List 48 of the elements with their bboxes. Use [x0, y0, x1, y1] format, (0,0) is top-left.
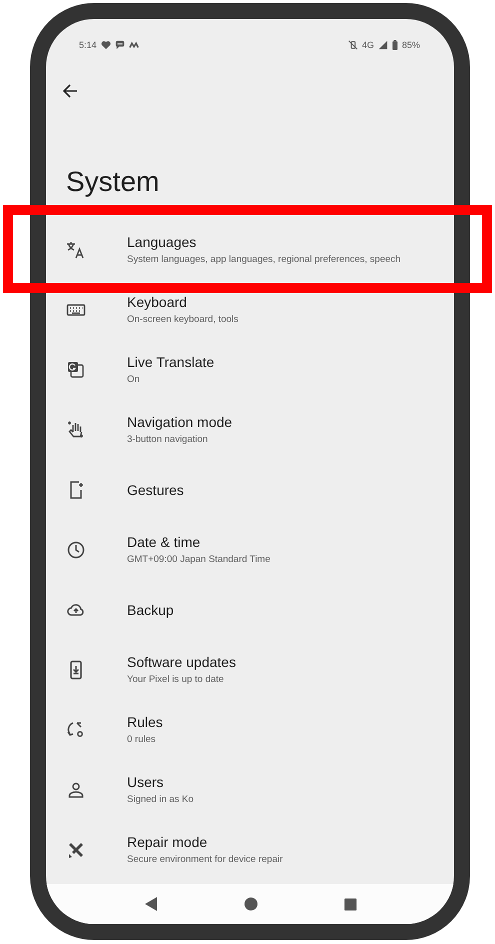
- item-title: Rules: [127, 714, 163, 731]
- settings-item[interactable]: Repair mode Secure environment for device repair: [46, 820, 454, 880]
- item-title: Backup: [127, 602, 174, 618]
- item-subtitle: Your Pixel is up to date: [127, 674, 225, 686]
- settings-item[interactable]: Date & time GMT+09:00 Japan Standard Time: [46, 520, 454, 580]
- vibrate-off-icon: [348, 40, 358, 50]
- settings-item[interactable]: Backup: [46, 580, 454, 640]
- settings-item[interactable]: Languages System languages, app languages, regional preferences, speech: [46, 220, 454, 280]
- status-time: 5:14: [79, 40, 97, 50]
- battery-percentage: 85%: [402, 40, 420, 50]
- settings-item[interactable]: Gestures: [46, 460, 454, 520]
- battery-icon: [392, 40, 398, 50]
- item-title: Repair mode: [127, 834, 208, 851]
- user-icon: [66, 780, 86, 800]
- item-title: Navigation mode: [127, 414, 232, 431]
- hand-gesture-icon: [66, 420, 86, 440]
- item-title: Users: [127, 774, 165, 791]
- recents-button[interactable]: [342, 896, 359, 912]
- translate-card-icon: [66, 360, 86, 380]
- item-title: Keyboard: [127, 294, 188, 311]
- item-subtitle: On-screen keyboard, tools: [127, 314, 238, 326]
- page-title: System: [66, 165, 160, 199]
- settings-item[interactable]: Users Signed in as Ko: [46, 760, 454, 820]
- item-title: Software updates: [127, 654, 236, 671]
- settings-item[interactable]: Live Translate On: [46, 340, 454, 400]
- settings-item[interactable]: Navigation mode 3-button navigation: [46, 400, 454, 460]
- item-subtitle: System languages, app languages, regional preferences, speech: [127, 254, 401, 266]
- translate-icon: [66, 240, 86, 260]
- item-subtitle: 0 rules: [127, 734, 157, 746]
- signal-icon: [378, 40, 388, 50]
- chat-bubble-icon: [114, 40, 125, 50]
- network-type: 4G: [362, 40, 374, 50]
- item-subtitle: 3-button navigation: [127, 434, 209, 446]
- item-title: Live Translate: [127, 354, 214, 371]
- item-subtitle: On: [127, 374, 141, 386]
- wave-icon: [128, 40, 139, 50]
- settings-item[interactable]: Keyboard On-screen keyboard, tools: [46, 280, 454, 340]
- settings-item[interactable]: Software updates Your Pixel is up to date: [46, 640, 454, 700]
- item-subtitle: GMT+09:00 Japan Standard Time: [127, 554, 270, 566]
- item-subtitle: Secure environment for device repair: [127, 854, 283, 866]
- item-title: Date & time: [127, 534, 202, 551]
- heart-icon: [100, 40, 111, 50]
- settings-item[interactable]: Rules 0 rules: [46, 700, 454, 760]
- item-subtitle: Signed in as Ko: [127, 794, 194, 806]
- clock-icon: [66, 540, 86, 560]
- item-title: Gestures: [127, 482, 184, 498]
- item-title: Languages: [127, 234, 198, 251]
- home-button[interactable]: [242, 895, 260, 913]
